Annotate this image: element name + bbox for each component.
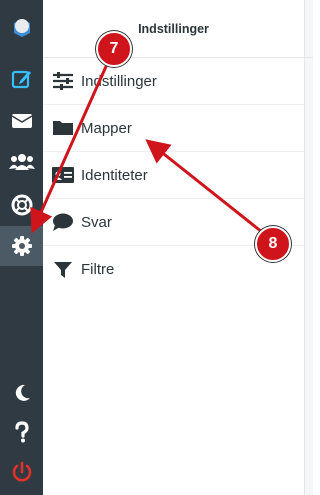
chat-bubble-icon: [51, 210, 75, 234]
help-ring-icon[interactable]: [0, 185, 43, 225]
moon-icon[interactable]: [0, 373, 43, 413]
id-card-icon: [51, 163, 75, 187]
contacts-icon[interactable]: [0, 142, 43, 182]
gear-icon[interactable]: [0, 226, 43, 266]
folder-icon: [51, 116, 75, 140]
menu-item-label: Identiteter: [81, 166, 148, 184]
sliders-icon: [51, 69, 75, 93]
annotation-badge-7: 7: [96, 31, 132, 67]
menu-item-label: Indstillinger: [81, 72, 157, 90]
menu-item-label: Mapper: [81, 119, 132, 137]
app-sidebar: [0, 0, 43, 495]
annotation-badge-8: 8: [255, 226, 291, 262]
menu-item-label: Filtre: [81, 261, 115, 278]
question-icon[interactable]: [0, 412, 43, 452]
menu-item-mapper[interactable]: Mapper: [43, 105, 304, 152]
menu-item-label: Svar: [81, 213, 112, 231]
content-header: [305, 0, 313, 58]
content-area: [305, 0, 313, 495]
panel-title: Indstillinger: [43, 0, 304, 58]
mail-icon[interactable]: [0, 101, 43, 141]
menu-item-indstillinger[interactable]: Indstillinger: [43, 58, 304, 105]
filter-icon: [51, 258, 75, 282]
power-icon[interactable]: [0, 452, 43, 492]
compose-icon[interactable]: [0, 59, 43, 99]
logo-icon[interactable]: [0, 8, 43, 48]
menu-item-identiteter[interactable]: Identiteter: [43, 152, 304, 199]
